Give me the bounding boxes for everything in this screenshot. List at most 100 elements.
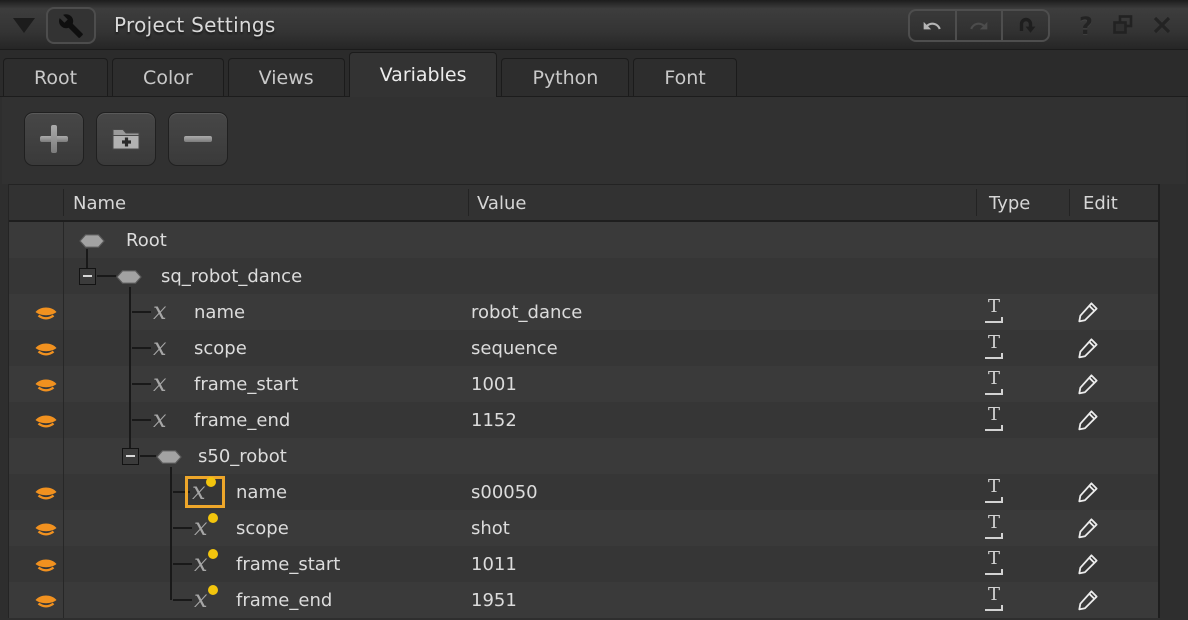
column-header-edit[interactable]: Edit [1083, 185, 1118, 221]
tree-expander-icon[interactable] [79, 268, 96, 285]
tab-views[interactable]: Views [228, 58, 345, 96]
tree-line [170, 474, 172, 510]
type-text-icon[interactable]: T [983, 515, 1009, 541]
tab-python[interactable]: Python [501, 58, 629, 96]
override-dot-icon [208, 549, 218, 559]
type-text-icon[interactable]: T [983, 479, 1009, 505]
table-row-scope[interactable]: xscope sequence T [9, 330, 1158, 366]
type-text-icon[interactable]: T [983, 371, 1009, 397]
table-row-frame_end[interactable]: xframe_end1951T [9, 582, 1158, 618]
type-text-icon[interactable]: T [983, 587, 1009, 613]
tree-line [129, 402, 131, 438]
variable-icon: x [194, 583, 208, 615]
eye-visibility-icon[interactable] [34, 376, 58, 397]
tree-line [129, 330, 131, 366]
table-body: Rootsq_robot_dancexnamerobot_danceTxscop… [9, 222, 1158, 618]
tree-line [170, 582, 172, 600]
row-value[interactable]: robot_dance [471, 294, 582, 330]
row-label: scope [194, 330, 247, 366]
eye-visibility-icon[interactable] [34, 304, 58, 325]
redo-icon [968, 16, 990, 36]
column-divider [468, 189, 469, 216]
table-row-name[interactable]: xnames00050T [9, 474, 1158, 510]
tree-line [86, 258, 88, 268]
tree-line [170, 467, 172, 474]
row-value[interactable]: 1001 [471, 366, 517, 402]
eye-visibility-icon[interactable] [34, 520, 58, 541]
row-label: scope [236, 510, 289, 546]
type-text-icon[interactable]: T [983, 335, 1009, 361]
variable-icon: x [194, 511, 208, 543]
row-value[interactable]: 1011 [471, 546, 517, 582]
table-row-group-sq_robot_dance[interactable]: sq_robot_dance [9, 258, 1158, 294]
close-button[interactable] [1150, 14, 1174, 36]
eye-visibility-icon[interactable] [34, 592, 58, 613]
table-row-name[interactable]: xname robot_dance T [9, 294, 1158, 330]
tree-expander-icon[interactable] [122, 448, 139, 465]
tree-line [97, 275, 116, 277]
column-header-value[interactable]: Value [477, 185, 526, 221]
node-icon-button[interactable] [46, 7, 96, 44]
row-value[interactable]: shot [471, 510, 510, 546]
redo-button[interactable] [955, 11, 1002, 40]
edit-pencil-icon[interactable] [1077, 408, 1100, 435]
column-divider [63, 189, 64, 216]
eye-visibility-icon[interactable] [34, 484, 58, 505]
eye-visibility-icon[interactable] [34, 340, 58, 361]
help-button[interactable]: ? [1072, 9, 1100, 42]
add-variable-button[interactable] [24, 112, 84, 166]
row-value[interactable]: 1152 [471, 402, 517, 438]
override-dot-icon [206, 477, 216, 487]
table-row-frame_start[interactable]: xframe_start1011T [9, 546, 1158, 582]
add-group-button[interactable] [96, 112, 156, 166]
edit-pencil-icon[interactable] [1077, 300, 1100, 327]
type-text-icon[interactable]: T [983, 299, 1009, 325]
variables-table: Name Value Type Edit Rootsq_robot_dancex… [8, 184, 1160, 618]
row-value[interactable]: sequence [471, 330, 558, 366]
override-dot-icon [208, 585, 218, 595]
float-window-icon [1112, 14, 1134, 36]
collapse-panel-icon[interactable] [13, 18, 35, 33]
table-row-group-s50_robot[interactable]: s50_robot [9, 438, 1158, 474]
column-divider [1069, 189, 1070, 216]
edit-pencil-icon[interactable] [1077, 480, 1100, 507]
undo-button[interactable] [910, 11, 955, 40]
tab-variables[interactable]: Variables [349, 52, 498, 97]
tab-color[interactable]: Color [112, 58, 224, 96]
remove-button[interactable] [168, 112, 228, 166]
type-text-icon[interactable]: T [983, 551, 1009, 577]
tab-bar: RootColorViewsVariablesPythonFont [0, 50, 1188, 97]
variable-icon: x [153, 295, 167, 327]
revert-button[interactable] [1001, 11, 1048, 40]
row-value[interactable]: s00050 [471, 474, 538, 510]
type-text-icon[interactable]: T [983, 407, 1009, 433]
tree-line [129, 438, 131, 448]
tree-line [129, 287, 131, 294]
eye-visibility-icon[interactable] [34, 556, 58, 577]
variable-icon: x [153, 331, 167, 363]
table-row-frame_end[interactable]: xframe_end1152T [9, 402, 1158, 438]
tree-line [170, 546, 172, 582]
group-icon [79, 233, 105, 252]
edit-pencil-icon[interactable] [1077, 336, 1100, 363]
eye-visibility-icon[interactable] [34, 412, 58, 433]
column-header-name[interactable]: Name [73, 185, 126, 221]
table-row-frame_start[interactable]: xframe_start1001T [9, 366, 1158, 402]
float-window-button[interactable] [1112, 14, 1134, 36]
tab-font[interactable]: Font [633, 58, 736, 96]
edit-pencil-icon[interactable] [1077, 552, 1100, 579]
table-row-group-Root[interactable]: Root [9, 222, 1158, 258]
plus-icon [40, 125, 68, 153]
tree-line [173, 527, 192, 529]
edit-pencil-icon[interactable] [1077, 588, 1100, 615]
row-label: name [194, 294, 245, 330]
table-row-scope[interactable]: xscope shot T [9, 510, 1158, 546]
tree-line [173, 599, 192, 601]
edit-pencil-icon[interactable] [1077, 516, 1100, 543]
variable-icon: x [153, 403, 167, 435]
column-header-type[interactable]: Type [989, 185, 1030, 221]
tab-root[interactable]: Root [3, 58, 108, 96]
row-value[interactable]: 1951 [471, 582, 517, 618]
edit-pencil-icon[interactable] [1077, 372, 1100, 399]
column-divider [976, 189, 977, 216]
